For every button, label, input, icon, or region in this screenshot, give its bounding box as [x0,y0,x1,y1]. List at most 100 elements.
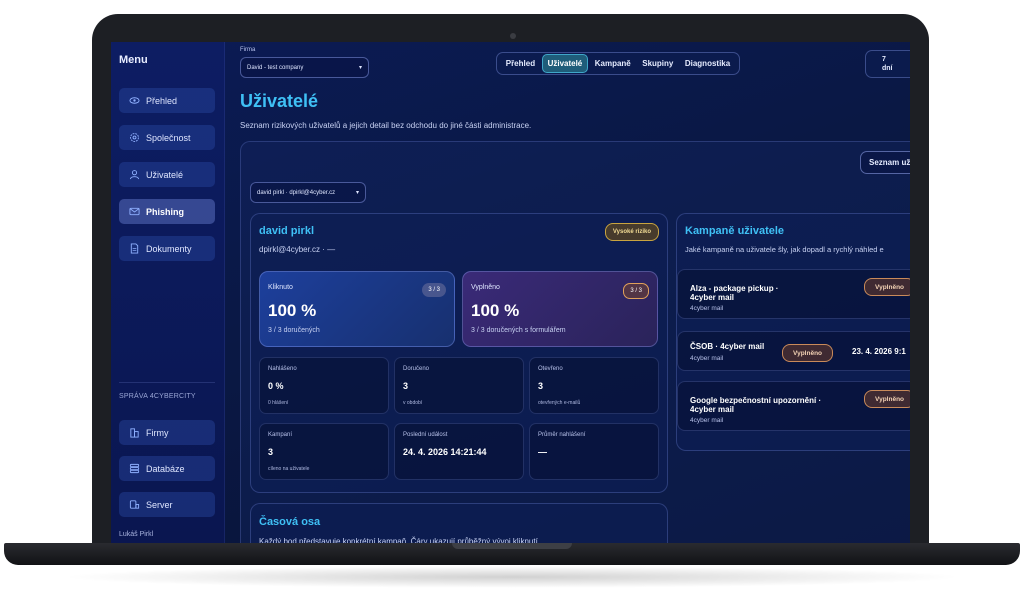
sidebar-item-firmy[interactable]: Firmy [119,420,215,445]
page-title: Uživatelé [240,91,319,111]
building-icon [129,427,140,438]
timeline-title: Časová osa [259,516,321,528]
clicked-sub: 3 / 3 doručených [268,327,320,334]
filled-label: Vyplněno [471,284,500,291]
stat-campaigns: Kampaní 3 cíleno na uživatele [259,423,389,480]
timeline-panel: Časová osa Každý bod představuje konkrét… [250,503,668,546]
tab-skupiny[interactable]: Skupiny [637,55,678,72]
tab-kampane[interactable]: Kampaně [590,55,636,72]
campaigns-title: Kampaně uživatele [685,225,785,237]
stat-opened: Otevřeno 3 otevřených e-mailů [529,357,659,414]
campaign-name: Google bezpečnostní upozornění · [690,396,822,405]
sidebar-item-label: Server [146,499,173,510]
sidebar-item-databaze[interactable]: Databáze [119,456,215,481]
stat-sub: otevřených e-mailů [538,400,581,406]
stat-label: Doručeno [403,366,430,372]
campaign-status-badge: Vyplněno [864,278,910,296]
laptop-notch [452,543,572,549]
firma-select-value: David - test company [247,64,304,71]
sidebar-item-spolecnost[interactable]: Společnost [119,125,215,150]
menu-title: Menu [119,54,148,66]
stat-label: Průměr nahlášení [538,432,586,438]
stat-value: 3 [268,447,274,457]
chevron-down-icon: ▾ [355,190,359,196]
stat-value: 24. 4. 2026 14:21:44 [403,447,487,457]
stat-last-event: Poslední událost 24. 4. 2026 14:21:44 [394,423,524,480]
user-email: dpirkl@4cyber.cz · — [259,245,336,254]
sidebar-item-label: Uživatelé [146,169,184,180]
campaign-date: 23. 4. 2026 9:1 [852,347,906,356]
stat-sub: v období [403,400,423,406]
stat-avg-report: Průměr nahlášení — [529,423,659,480]
stat-value: 3 [538,381,544,391]
sidebar-item-label: Přehled [146,95,178,106]
user-select-value: david pirkl · dpirkl@4cyber.cz [257,189,336,196]
clicked-count: 3 / 3 [422,283,446,297]
tab-uzivatele[interactable]: Uživatelé [541,54,589,73]
sidebar-item-label: Phishing [146,206,184,217]
sidebar-item-label: Firmy [146,427,169,438]
clicked-label: Kliknuto [268,284,293,291]
filled-card: Vyplněno 3 / 3 100 % 3 / 3 doručených s … [462,271,658,347]
sidebar-divider [119,382,215,383]
risk-badge: Vysoké riziko [604,223,659,241]
campaign-status-badge: Vyplněno [864,390,910,408]
sidebar-item-label: Společnost [146,132,191,143]
campaign-sub: 4cyber mail [690,355,724,362]
firma-select[interactable]: David - test company ▾ [240,57,369,78]
stat-value: — [538,447,547,457]
campaign-sub: 4cyber mail [690,417,724,424]
sidebar: Menu Přehled Společnost Uživatelé Phishi… [111,42,225,546]
user-name: david pirkl [259,225,315,237]
document-icon [129,243,140,254]
campaign-item[interactable]: Google bezpečnostní upozornění · 4cyber … [677,381,910,431]
stat-delivered: Doručeno 3 v období [394,357,524,414]
laptop-shadow [60,566,964,588]
stat-value: 0 % [268,381,284,391]
gear-icon [129,132,140,143]
stat-sub: cíleno na uživatele [268,466,310,472]
stat-label: Kampaní [268,432,293,438]
mail-icon [129,206,140,217]
server-icon [129,499,140,510]
tab-diagnostika[interactable]: Diagnostika [680,55,735,72]
stat-label: Nahlášeno [268,366,297,372]
user-list-button[interactable]: Seznam uživatelů [860,151,910,174]
campaign-name: Alza - package pickup · [690,284,779,293]
database-icon [129,463,140,474]
period-value: 7 [882,56,886,63]
eye-icon [129,95,140,106]
sidebar-item-uzivatele[interactable]: Uživatelé [119,162,215,187]
filled-sub: 3 / 3 doručených s formulářem [471,327,566,334]
user-campaigns-panel: Kampaně uživatele Jaké kampaně na uživat… [676,213,910,451]
user-select[interactable]: david pirkl · dpirkl@4cyber.cz ▾ [250,182,366,203]
campaign-name-line2: 4cyber mail [690,405,735,414]
clicked-value: 100 % [268,301,317,320]
campaign-status-badge: Vyplněno [782,344,834,362]
campaign-item[interactable]: Alza - package pickup · 4cyber mail 4cyb… [677,269,910,319]
stat-sub: 0 hlášení [268,400,289,406]
campaign-item[interactable]: ČSOB · 4cyber mail 4cyber mail Vyplněno … [677,331,910,371]
stat-label: Otevřeno [538,366,563,372]
sidebar-item-phishing[interactable]: Phishing [119,199,215,224]
chevron-down-icon: ▾ [358,65,362,71]
stat-value: 3 [403,381,409,391]
sidebar-item-server[interactable]: Server [119,492,215,517]
sidebar-item-dokumenty[interactable]: Dokumenty [119,236,215,261]
filled-count: 3 / 3 [623,283,649,299]
campaign-name-line2: 4cyber mail [690,293,735,302]
period-selector[interactable]: 7 dní [865,50,910,78]
firma-label: Firma [240,47,256,53]
period-unit: dní [882,65,893,72]
sidebar-item-label: Dokumenty [146,243,192,254]
clicked-card: Kliknuto 3 / 3 100 % 3 / 3 doručených [259,271,455,347]
page-subtitle: Seznam rizikových uživatelů a jejich det… [240,121,532,130]
camera-dot [510,33,516,39]
user-detail-card: david pirkl dpirkl@4cyber.cz · — Vysoké … [250,213,668,493]
main-tabs: Přehled Uživatelé Kampaně Skupiny Diagno… [496,52,740,75]
current-user-name: Lukáš Pirkl [119,531,154,538]
sidebar-item-prehled[interactable]: Přehled [119,88,215,113]
tab-prehled[interactable]: Přehled [501,55,540,72]
campaigns-subtitle: Jaké kampaně na uživatele šly, jak dopad… [685,245,884,254]
filled-value: 100 % [471,301,520,320]
